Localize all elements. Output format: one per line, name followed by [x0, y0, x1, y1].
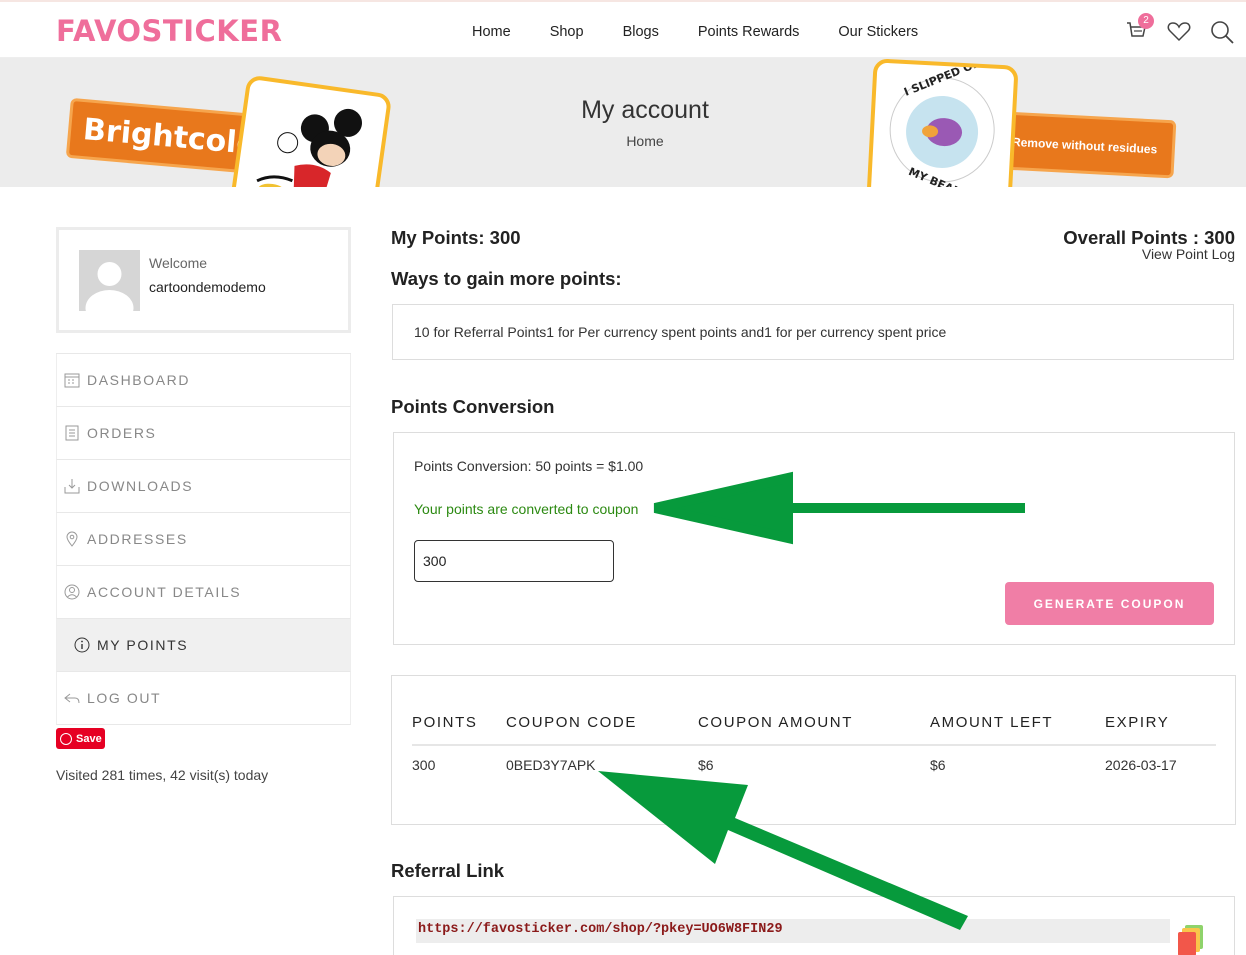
cell-coupon-code: 0BED3Y7APK	[506, 757, 596, 773]
nav-home[interactable]: Home	[472, 24, 511, 40]
username: cartoondemodemo	[149, 279, 266, 295]
menu-label-addresses: ADDRESSES	[87, 531, 188, 547]
points-conversion-heading: Points Conversion	[391, 396, 555, 417]
generate-coupon-button[interactable]: GENERATE COUPON	[1005, 582, 1214, 625]
menu-item-log-out[interactable]: LOG OUT	[56, 672, 351, 725]
site-header: FAVOSTICKER Home Shop Blogs Points Rewar…	[0, 0, 1246, 58]
nav-blogs[interactable]: Blogs	[623, 24, 659, 40]
nav-our-stickers[interactable]: Our Stickers	[838, 24, 918, 40]
referral-link-box: https://favosticker.com/shop/?pkey=UO6W8…	[393, 896, 1235, 955]
pinterest-icon	[60, 732, 72, 745]
menu-item-my-points[interactable]: MY POINTS	[56, 619, 351, 672]
nav-points-rewards[interactable]: Points Rewards	[698, 24, 800, 40]
my-points-heading: My Points: 300	[391, 227, 521, 248]
column-header-expiry: EXPIRY	[1105, 712, 1216, 746]
orders-icon	[63, 424, 81, 442]
column-header-coupon-amount: COUPON AMOUNT	[698, 712, 930, 746]
table-row: 300 0BED3Y7APK $6 $6 2026-03-17	[412, 745, 1216, 773]
location-pin-icon	[63, 530, 81, 548]
visit-counter: Visited 281 times, 42 visit(s) today	[56, 767, 269, 783]
download-icon	[63, 477, 81, 495]
page-banner: Brightcolor My account Home Remove witho…	[0, 58, 1246, 187]
site-logo[interactable]: FAVOSTICKER	[56, 14, 282, 48]
beans-sticker-image: I SLIPPED ON MY BEANS	[866, 58, 1019, 187]
sticker-remove-residues: Remove without residues	[1003, 111, 1177, 179]
menu-label-log-out: LOG OUT	[87, 690, 162, 706]
ways-to-gain-text: 10 for Referral Points1 for Per currency…	[414, 324, 947, 340]
logout-icon	[63, 689, 81, 707]
conversion-success-message: Your points are converted to coupon	[414, 501, 639, 517]
welcome-label: Welcome	[149, 255, 208, 271]
cell-expiry: 2026-03-17	[1105, 757, 1177, 773]
conversion-rate-text: Points Conversion: 50 points = $1.00	[414, 458, 644, 474]
menu-label-orders: ORDERS	[87, 425, 157, 441]
ways-to-gain-heading: Ways to gain more points:	[391, 268, 622, 289]
points-input[interactable]	[414, 540, 614, 582]
menu-item-dashboard[interactable]: DASHBOARD	[56, 354, 351, 407]
ways-to-gain-box: 10 for Referral Points1 for Per currency…	[392, 304, 1234, 360]
heart-icon[interactable]	[1167, 20, 1191, 47]
coupon-table: POINTS COUPON CODE COUPON AMOUNT AMOUNT …	[412, 712, 1216, 773]
avatar	[79, 250, 140, 311]
menu-item-downloads[interactable]: DOWNLOADS	[56, 460, 351, 513]
column-header-amount-left: AMOUNT LEFT	[930, 712, 1105, 746]
menu-label-my-points: MY POINTS	[97, 637, 189, 653]
profile-card: Welcome cartoondemodemo	[56, 227, 351, 333]
pinterest-save-label: Save	[76, 732, 102, 745]
column-header-coupon-code: COUPON CODE	[506, 712, 698, 746]
cart-count-badge: 2	[1138, 13, 1154, 29]
pinterest-save-button[interactable]: Save	[56, 728, 105, 749]
points-conversion-box: Points Conversion: 50 points = $1.00 You…	[393, 432, 1235, 645]
menu-label-dashboard: DASHBOARD	[87, 372, 191, 388]
menu-label-account-details: ACCOUNT DETAILS	[87, 584, 242, 600]
copy-icon[interactable]	[1177, 923, 1205, 955]
table-header-row: POINTS COUPON CODE COUPON AMOUNT AMOUNT …	[412, 712, 1216, 746]
referral-link-heading: Referral Link	[391, 860, 505, 881]
coupon-table-box: POINTS COUPON CODE COUPON AMOUNT AMOUNT …	[391, 675, 1236, 825]
menu-item-addresses[interactable]: ADDRESSES	[56, 513, 351, 566]
view-point-log-link[interactable]: View Point Log	[1142, 246, 1235, 262]
mickey-sticker-image	[229, 74, 393, 187]
menu-label-downloads: DOWNLOADS	[87, 478, 194, 494]
user-icon	[63, 583, 81, 601]
nav-shop[interactable]: Shop	[550, 24, 584, 40]
cell-coupon-amount: $6	[698, 757, 714, 773]
search-icon[interactable]	[1210, 20, 1234, 49]
account-menu: DASHBOARD ORDERS DOWNLOADS ADDRESSES ACC…	[56, 353, 351, 725]
referral-link-text[interactable]: https://favosticker.com/shop/?pkey=UO6W8…	[416, 919, 1170, 943]
menu-item-orders[interactable]: ORDERS	[56, 407, 351, 460]
column-header-points: POINTS	[412, 712, 506, 746]
main-nav: Home Shop Blogs Points Rewards Our Stick…	[472, 24, 957, 40]
cell-points: 300	[412, 757, 436, 773]
dashboard-icon	[63, 371, 81, 389]
cell-amount-left: $6	[930, 757, 946, 773]
menu-item-account-details[interactable]: ACCOUNT DETAILS	[56, 566, 351, 619]
info-icon	[73, 636, 91, 654]
sticker-right-label: Remove without residues	[1011, 134, 1158, 157]
